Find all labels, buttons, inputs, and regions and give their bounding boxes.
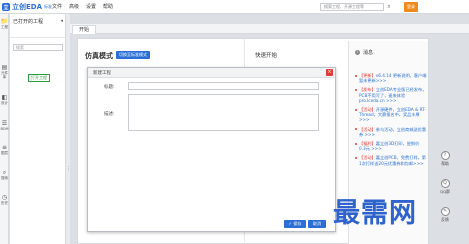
app-logo[interactable]: 立 立创EDA 标准 bbox=[2, 2, 52, 12]
splitter-grip-icon[interactable]: ⋮ bbox=[66, 164, 71, 174]
project-sidebar: 已打开的工程 ◂ 搜索 打开工程 bbox=[10, 14, 66, 244]
open-project-button[interactable]: 打开工程 bbox=[28, 74, 50, 82]
dialog-header: 新建工程 × bbox=[88, 68, 335, 78]
switch-mode-button[interactable]: 切换至标准模式 bbox=[116, 51, 150, 59]
menu-file[interactable]: 文件 bbox=[52, 3, 62, 10]
title-input[interactable] bbox=[128, 82, 319, 90]
logo-mark-icon: 立 bbox=[2, 3, 10, 11]
search-input[interactable]: 搜索工程、开源工程等 bbox=[320, 3, 384, 11]
search-small-icon[interactable]: ⌕ 搜索 bbox=[0, 169, 9, 180]
description-label: 描述: bbox=[104, 112, 115, 117]
news-item[interactable]: 【发布】立创EDA专业版已经发布，PCB不用写了，速来体验 pro.lceda.… bbox=[355, 87, 427, 103]
library-icon[interactable]: ▤ 元件库 bbox=[0, 64, 9, 79]
bom-icon[interactable]: ☰ BOM bbox=[0, 120, 9, 131]
folder-icon[interactable]: 📁 工程 bbox=[0, 18, 9, 29]
layers-icon[interactable]: ≡ 图层 bbox=[0, 144, 9, 155]
news-header: i 消息 bbox=[355, 49, 373, 56]
news-item[interactable]: 【更新】v6.4.14 更新说明，客户端暂未更新>>> bbox=[355, 73, 427, 83]
save-button[interactable]: ✓ 保存 bbox=[284, 220, 306, 228]
news-item[interactable]: 【活动】嘉立创PCB，免费打样，第1次打样送20元优惠券和包邮>>> bbox=[355, 155, 427, 166]
cancel-button[interactable]: 取消 bbox=[308, 220, 326, 228]
title-label: 标题: bbox=[104, 85, 115, 90]
description-textarea[interactable] bbox=[128, 94, 319, 131]
new-project-dialog: 新建工程 × 标题: 描述: ✓ 保存 取消 bbox=[87, 67, 336, 232]
history-icon[interactable]: ◷ 历史 bbox=[0, 194, 9, 205]
project-search-input[interactable]: 搜索 bbox=[13, 44, 63, 51]
mode-title: 仿真模式 bbox=[85, 52, 113, 60]
news-item[interactable]: 【福利】嘉立创3D打印，尝鲜价 0.3元 >>> bbox=[355, 141, 427, 151]
menu-settings[interactable]: 设置 bbox=[86, 3, 96, 10]
close-icon[interactable]: × bbox=[326, 69, 333, 76]
login-button[interactable]: 登录 bbox=[404, 2, 418, 12]
bell-icon: i bbox=[355, 50, 360, 55]
left-icon-bar: 📁 工程 ▤ 元件库 ◧ 设计 ☰ BOM ≡ 图层 ⌕ 搜索 ◷ 历史 bbox=[0, 14, 9, 244]
search-icon[interactable]: ⌕ bbox=[385, 3, 393, 11]
collapse-icon[interactable]: ◂ bbox=[60, 18, 63, 24]
top-bar: 立 立创EDA 标准 文件 高级 设置 帮助 搜索工程、开源工程等 ⌕ 登录 bbox=[0, 0, 469, 14]
app-name: 立创EDA bbox=[12, 3, 43, 11]
help-circle-icon[interactable]: ? 帮助 bbox=[438, 151, 452, 167]
news-item[interactable]: 【活动】开源硬件，立创EDA & RT-Thread，大赛报名中，奖品丰厚 >>… bbox=[355, 107, 427, 123]
design-icon[interactable]: ◧ 设计 bbox=[0, 94, 9, 105]
menu-advanced[interactable]: 高级 bbox=[69, 3, 79, 10]
quick-start-title: 快速开始 bbox=[255, 53, 278, 59]
sidebar-splitter[interactable]: ⋮ bbox=[66, 14, 71, 244]
site-watermark: 最需网 bbox=[333, 198, 417, 229]
app-edition: 标准 bbox=[44, 4, 53, 9]
dialog-title: 新建工程 bbox=[93, 71, 111, 76]
main-menu: 文件 高级 设置 帮助 bbox=[52, 3, 120, 10]
tab-start[interactable]: 开始 bbox=[72, 25, 97, 34]
sidebar-title: 已打开的工程 bbox=[13, 19, 44, 25]
news-list: 【更新】v6.4.14 更新说明，客户端暂未更新>>> 【发布】立创EDA专业版… bbox=[355, 73, 427, 170]
news-item[interactable]: 【活动】参与活动，立创商城送优惠券 >>> bbox=[355, 127, 427, 137]
sidebar-header: 已打开的工程 ◂ bbox=[10, 14, 65, 38]
tab-strip: 开始 bbox=[70, 24, 469, 34]
menu-help[interactable]: 帮助 bbox=[103, 3, 113, 10]
news-title: 消息 bbox=[363, 50, 374, 56]
